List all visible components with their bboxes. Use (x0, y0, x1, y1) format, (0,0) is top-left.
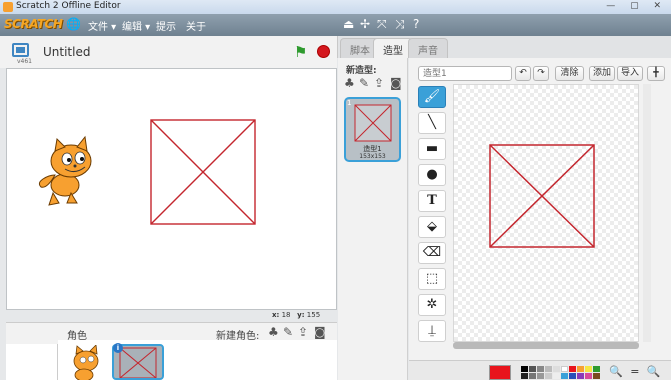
costume-name-field[interactable] (418, 66, 512, 81)
mouse-coordinates: x: 18 y: 155 (272, 311, 321, 319)
stamp-wand-icon[interactable]: ✲ (418, 294, 446, 316)
vertical-scrollbar[interactable] (643, 84, 651, 342)
crosshair-icon[interactable]: ╋ (647, 66, 665, 81)
line-icon[interactable]: ╲ (418, 112, 446, 134)
brush-icon[interactable]: 🖌 (418, 86, 446, 108)
window-controls[interactable]: — ▢ ✕ (606, 1, 667, 11)
menu-file[interactable]: 文件 ▾ (88, 18, 116, 33)
paint-tools: 🖌 ╲ ▬ ● T ⬙ ⌫ ⬚ ✲ ⍊ (418, 86, 448, 346)
undo-button[interactable]: ↶ (515, 66, 531, 81)
stage-thumbnail[interactable] (6, 344, 58, 380)
project-title[interactable]: Untitled (43, 45, 90, 59)
current-color-swatch[interactable] (489, 365, 511, 380)
import-button[interactable]: 导入 (617, 66, 643, 81)
delete-icon[interactable]: ✢ (360, 17, 370, 31)
grow-icon[interactable]: ⤧ (377, 17, 387, 32)
duplicate-icon[interactable]: ⏏ (343, 17, 354, 31)
color-palette[interactable] (521, 366, 603, 380)
camera-icon[interactable]: ◙ (390, 76, 402, 90)
costume-size: 153x153 (359, 153, 386, 160)
menu-tips[interactable]: 提示 (156, 18, 176, 33)
costume-number: 1 (347, 99, 352, 107)
sprite-thumb-cat[interactable] (66, 344, 110, 380)
select-icon[interactable]: ⬚ (418, 268, 446, 290)
zoom-controls[interactable]: 🔍 = 🔍 (609, 365, 663, 378)
new-costume-label: 新造型: (346, 66, 377, 76)
menu-about[interactable]: 关于 (186, 18, 206, 33)
fill-icon[interactable]: ⬙ (418, 216, 446, 238)
paint-sprite-icon[interactable]: ✎ (283, 325, 293, 339)
rectangle-icon[interactable]: ▬ (418, 138, 446, 160)
eraser-icon[interactable]: ⌫ (418, 242, 446, 264)
cat-sprite[interactable] (38, 135, 92, 206)
window-title-bar: Scratch 2 Offline Editor — ▢ ✕ (0, 0, 671, 14)
add-button[interactable]: 添加 (589, 66, 615, 81)
choose-costume-library-icon[interactable]: ♣ (344, 76, 355, 90)
redo-button[interactable]: ↷ (533, 66, 549, 81)
green-flag-icon[interactable]: ⚑ (294, 43, 307, 61)
text-icon[interactable]: T (418, 190, 446, 212)
choose-sprite-library-icon[interactable]: ♣ (268, 325, 279, 339)
stamp-icon[interactable]: ⍊ (418, 320, 446, 342)
fullscreen-icon[interactable] (12, 43, 29, 57)
costume-shape (150, 119, 256, 225)
upload-costume-icon[interactable]: ⇪ (374, 76, 384, 90)
ellipse-icon[interactable]: ● (418, 164, 446, 186)
sprite-info-icon[interactable]: i (113, 343, 123, 353)
stage-canvas[interactable] (6, 68, 337, 310)
upload-sprite-icon[interactable]: ⇪ (298, 325, 308, 339)
canvas-shape (489, 144, 595, 248)
camera-icon[interactable]: ◙ (314, 325, 326, 339)
tab-costumes[interactable]: 造型 (373, 38, 413, 58)
paint-costume-icon[interactable]: ✎ (359, 76, 369, 90)
version-label: v461 (17, 58, 33, 65)
paint-canvas[interactable] (453, 84, 639, 342)
app-icon (3, 2, 13, 12)
help-icon[interactable]: ? (413, 17, 419, 31)
language-globe-icon[interactable]: 🌐 (66, 17, 81, 31)
window-title: Scratch 2 Offline Editor (16, 1, 121, 11)
shrink-icon[interactable]: ⤨ (395, 17, 405, 32)
scratch-logo[interactable]: SCRATCH (4, 17, 63, 31)
tab-sounds[interactable]: 声音 (408, 38, 448, 58)
menu-edit[interactable]: 编辑 ▾ (122, 18, 150, 33)
clear-button[interactable]: 清除 (555, 66, 584, 81)
horizontal-scrollbar[interactable] (453, 342, 639, 349)
stop-button[interactable] (317, 45, 330, 58)
